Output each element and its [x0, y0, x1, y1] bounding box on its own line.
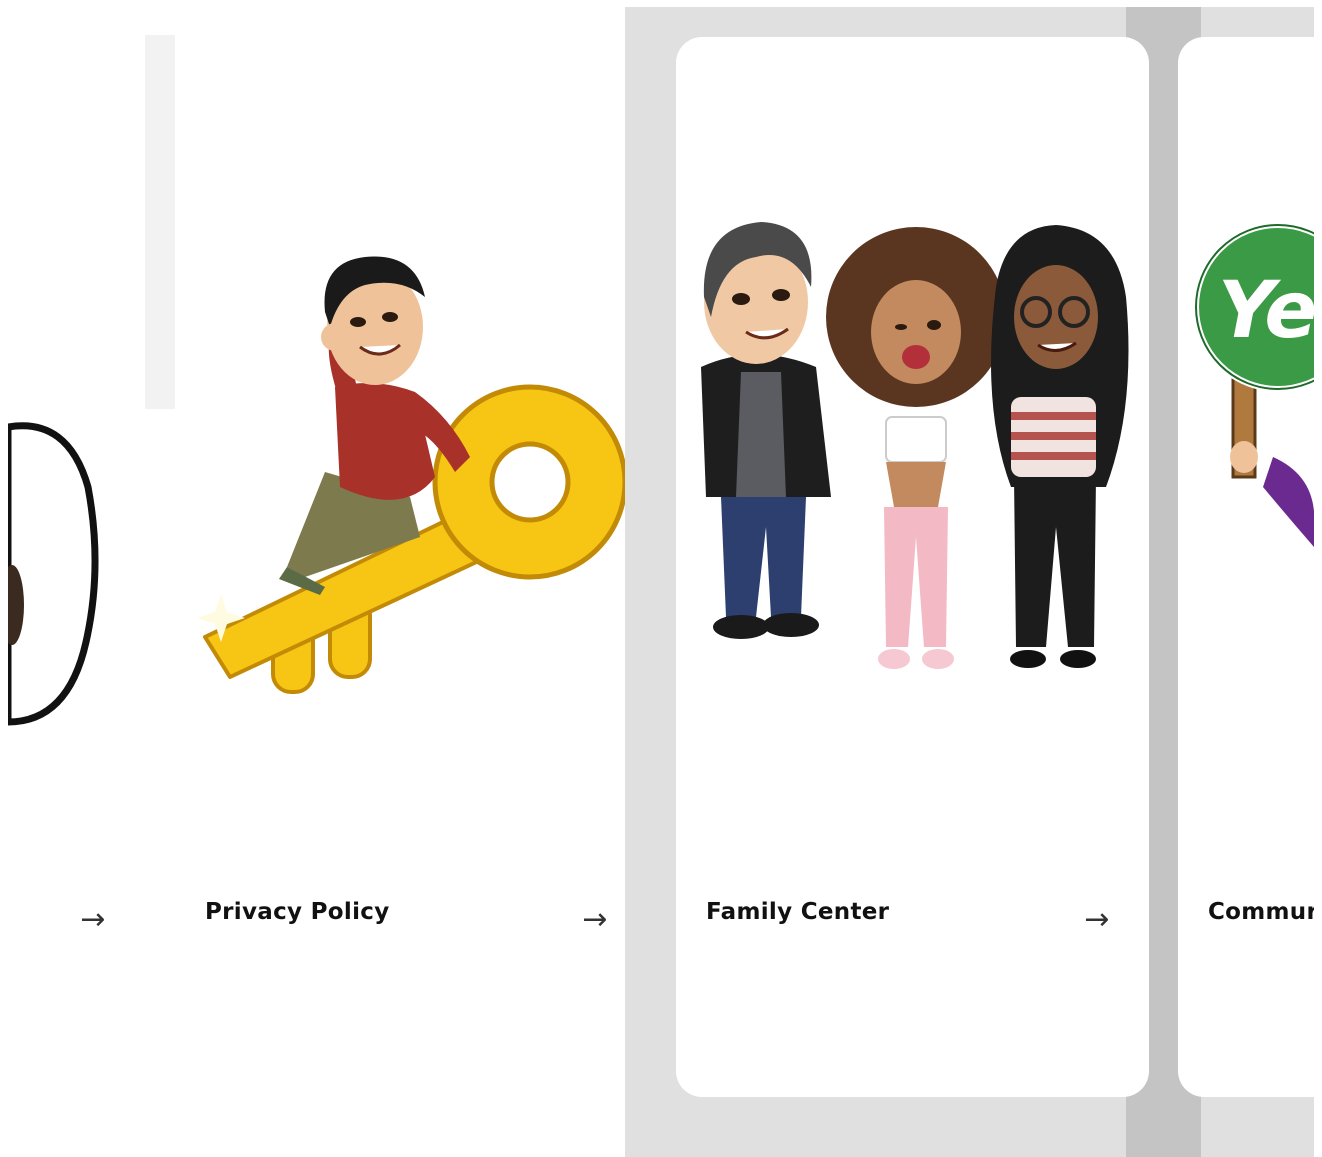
- card-arrow-button[interactable]: →: [1077, 901, 1117, 939]
- card-title: Privacy Policy: [205, 899, 390, 925]
- card-community[interactable]: Yes Commur: [1178, 37, 1314, 1097]
- card-partial-left[interactable]: →: [8, 37, 145, 1097]
- yes-sign-icon: Yes: [1193, 222, 1314, 547]
- card-title: Commur: [1208, 899, 1314, 925]
- card-arrow-button[interactable]: →: [575, 901, 615, 939]
- card-title: Family Center: [706, 899, 890, 925]
- card-family-center[interactable]: Family Center →: [676, 37, 1149, 1097]
- card-arrow-button[interactable]: →: [73, 901, 113, 939]
- partial-avatar-icon: [8, 422, 99, 726]
- key-avatar-icon: [197, 256, 625, 694]
- card-privacy-policy[interactable]: Privacy Policy →: [175, 37, 625, 1097]
- divider-bar: [145, 35, 175, 409]
- card-carousel: → Privacy Policy → Family Center → Ye Co…: [0, 0, 1322, 1157]
- sign-text: Yes: [1218, 266, 1314, 356]
- family-avatars-icon: [701, 222, 1129, 669]
